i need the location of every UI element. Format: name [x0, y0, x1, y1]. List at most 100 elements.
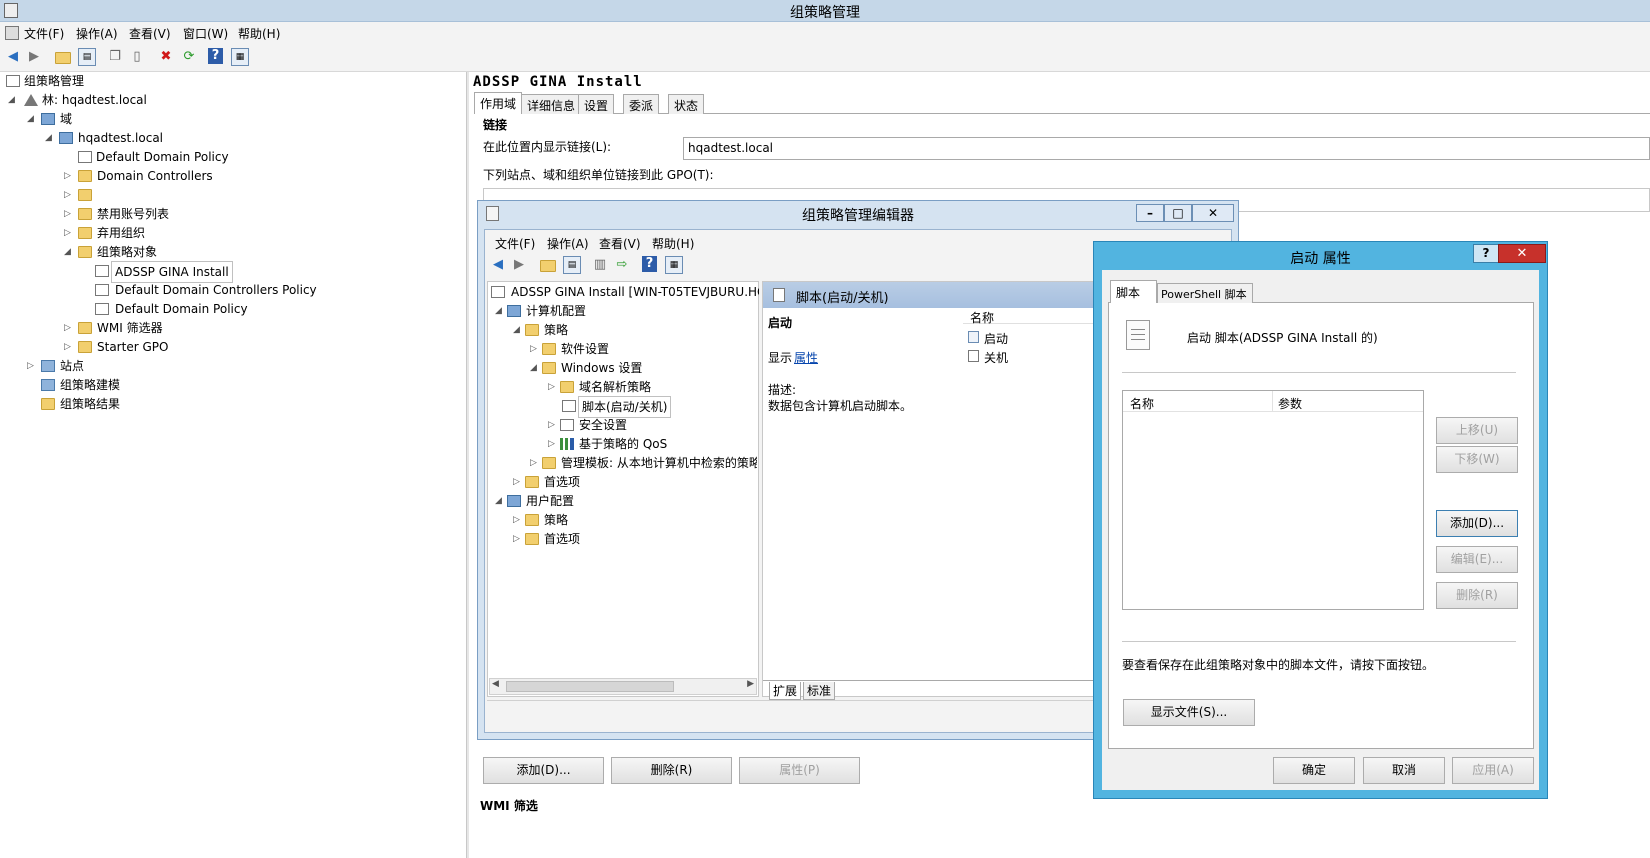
expand-arrow-icon[interactable]: ▷: [513, 529, 520, 549]
properties-view-icon[interactable]: ▦: [231, 48, 249, 66]
tree-item-domain-controllers[interactable]: Domain Controllers: [97, 166, 213, 186]
tree-item-results[interactable]: 组策略结果: [60, 394, 120, 414]
tree-item-gpos[interactable]: 组策略对象: [97, 242, 157, 262]
expand-arrow-icon[interactable]: ▷: [64, 185, 71, 205]
tab-extended[interactable]: 扩展: [769, 682, 802, 700]
menu-view[interactable]: 查看(V): [129, 25, 171, 42]
copy-icon[interactable]: ❐: [106, 48, 124, 66]
expand-arrow-icon[interactable]: ▷: [64, 337, 71, 357]
ok-button[interactable]: 确定: [1273, 757, 1355, 784]
back-arrow-icon[interactable]: ◀: [489, 256, 507, 274]
editor-root-label[interactable]: ADSSP GINA Install [WIN-T05TEVJBURU.HQA: [511, 282, 759, 302]
tree-domains-label[interactable]: 域: [60, 109, 72, 129]
link-delete-button[interactable]: 删除(R): [611, 757, 732, 784]
link-add-button[interactable]: 添加(D)...: [483, 757, 604, 784]
tab-delegation[interactable]: 委派: [623, 94, 660, 114]
properties-view-icon[interactable]: ▦: [665, 256, 683, 274]
scroll-left-icon[interactable]: ◀: [492, 679, 499, 689]
delete-icon[interactable]: ✖: [157, 48, 175, 66]
show-hide-tree-icon[interactable]: ▤: [78, 48, 96, 66]
properties-link[interactable]: 属性: [794, 349, 818, 366]
help-icon[interactable]: ?: [208, 48, 223, 64]
scrollbar-thumb[interactable]: [506, 681, 674, 692]
collapse-arrow-icon[interactable]: ◢: [495, 491, 502, 511]
col-params[interactable]: 参数: [1278, 395, 1302, 412]
paste-icon[interactable]: ▯: [128, 48, 146, 66]
list-item-shutdown[interactable]: 关机: [968, 347, 1108, 366]
show-hide-tree-icon[interactable]: ▤: [563, 256, 581, 274]
user-prefs-label[interactable]: 首选项: [544, 529, 580, 549]
menu-help[interactable]: 帮助(H): [238, 25, 280, 42]
editor-close-button[interactable]: ✕: [1192, 204, 1234, 222]
script-remove-button[interactable]: 删除(R): [1436, 582, 1518, 609]
dialog-close-button[interactable]: ✕: [1498, 244, 1546, 263]
back-arrow-icon[interactable]: ◀: [4, 48, 22, 66]
tree-item-default-domain-policy[interactable]: Default Domain Policy: [96, 147, 229, 167]
collapse-arrow-icon[interactable]: ◢: [27, 109, 34, 129]
dns-policy-label[interactable]: 域名解析策略: [579, 377, 651, 397]
tree-gpo-ddp[interactable]: Default Domain Policy: [115, 299, 248, 319]
show-files-button[interactable]: 显示文件(S)...: [1123, 699, 1255, 726]
collapse-arrow-icon[interactable]: ◢: [45, 128, 52, 148]
policy-label[interactable]: 策略: [544, 320, 568, 340]
tree-item-modeling[interactable]: 组策略建模: [60, 375, 120, 395]
menu-action[interactable]: 操作(A): [76, 25, 118, 42]
expand-arrow-icon[interactable]: ▷: [64, 318, 71, 338]
pane-splitter[interactable]: [466, 72, 469, 858]
scripts-list[interactable]: 名称 参数: [1122, 390, 1424, 610]
collapse-arrow-icon[interactable]: ◢: [530, 358, 537, 378]
forward-arrow-icon[interactable]: ▶: [510, 256, 528, 274]
software-settings-label[interactable]: 软件设置: [561, 339, 609, 359]
expand-arrow-icon[interactable]: ▷: [64, 223, 71, 243]
link-properties-button[interactable]: 属性(P): [739, 757, 860, 784]
list-icon[interactable]: ▥: [591, 256, 609, 274]
move-down-button[interactable]: 下移(W): [1436, 446, 1518, 473]
expand-arrow-icon[interactable]: ▷: [27, 356, 34, 376]
tree-item-starter[interactable]: Starter GPO: [97, 337, 168, 357]
tab-status[interactable]: 状态: [668, 94, 705, 114]
show-links-select[interactable]: hqadtest.local: [683, 137, 1650, 160]
expand-arrow-icon[interactable]: ▷: [513, 510, 520, 530]
refresh-icon[interactable]: ⟳: [180, 48, 198, 66]
tree-gpo-ddcp[interactable]: Default Domain Controllers Policy: [115, 280, 317, 300]
apply-button[interactable]: 应用(A): [1452, 757, 1534, 784]
up-folder-icon[interactable]: [55, 52, 71, 64]
tab-settings[interactable]: 设置: [578, 94, 615, 114]
editor-menu-help[interactable]: 帮助(H): [652, 235, 694, 252]
tree-item-deprecated-org[interactable]: 弃用组织: [97, 223, 145, 243]
scroll-right-icon[interactable]: ▶: [747, 679, 754, 689]
expand-arrow-icon[interactable]: ▷: [64, 166, 71, 186]
qos-label[interactable]: 基于策略的 QoS: [579, 434, 667, 454]
export-icon[interactable]: ⇨: [613, 256, 631, 274]
tree-domain-label[interactable]: hqadtest.local: [78, 128, 163, 148]
tab-details[interactable]: 详细信息: [521, 94, 582, 114]
minimize-button[interactable]: –: [1136, 204, 1164, 222]
tab-standard[interactable]: 标准: [803, 682, 836, 700]
tree-root-label[interactable]: 组策略管理: [24, 71, 84, 91]
col-name[interactable]: 名称: [1130, 395, 1154, 412]
collapse-arrow-icon[interactable]: ◢: [513, 320, 520, 340]
expand-arrow-icon[interactable]: ▷: [548, 415, 555, 435]
expand-arrow-icon[interactable]: ▷: [548, 377, 555, 397]
expand-arrow-icon[interactable]: ▷: [530, 453, 537, 473]
forward-arrow-icon[interactable]: ▶: [25, 48, 43, 66]
horizontal-scrollbar[interactable]: ◀ ▶: [489, 678, 757, 695]
tab-powershell-scripts[interactable]: PowerShell 脚本: [1157, 283, 1253, 303]
dialog-help-button[interactable]: ?: [1473, 244, 1499, 263]
expand-arrow-icon[interactable]: ▷: [64, 204, 71, 224]
editor-menu-file[interactable]: 文件(F): [495, 235, 535, 252]
windows-settings-label[interactable]: Windows 设置: [561, 358, 642, 378]
collapse-arrow-icon[interactable]: ◢: [64, 242, 71, 262]
computer-prefs-label[interactable]: 首选项: [544, 472, 580, 492]
collapse-arrow-icon[interactable]: ◢: [8, 90, 15, 110]
script-edit-button[interactable]: 编辑(E)...: [1436, 546, 1518, 573]
tree-item-wmi[interactable]: WMI 筛选器: [97, 318, 163, 338]
tab-scripts[interactable]: 脚本: [1110, 280, 1157, 303]
move-up-button[interactable]: 上移(U): [1436, 417, 1518, 444]
list-header[interactable]: 名称: [963, 304, 1113, 325]
expand-arrow-icon[interactable]: ▷: [530, 339, 537, 359]
tree-item-disabled-accounts[interactable]: 禁用账号列表: [97, 204, 169, 224]
tree-forest-label[interactable]: 林: hqadtest.local: [42, 90, 147, 110]
tree-item-sites[interactable]: 站点: [60, 356, 84, 376]
expand-arrow-icon[interactable]: ▷: [548, 434, 555, 454]
